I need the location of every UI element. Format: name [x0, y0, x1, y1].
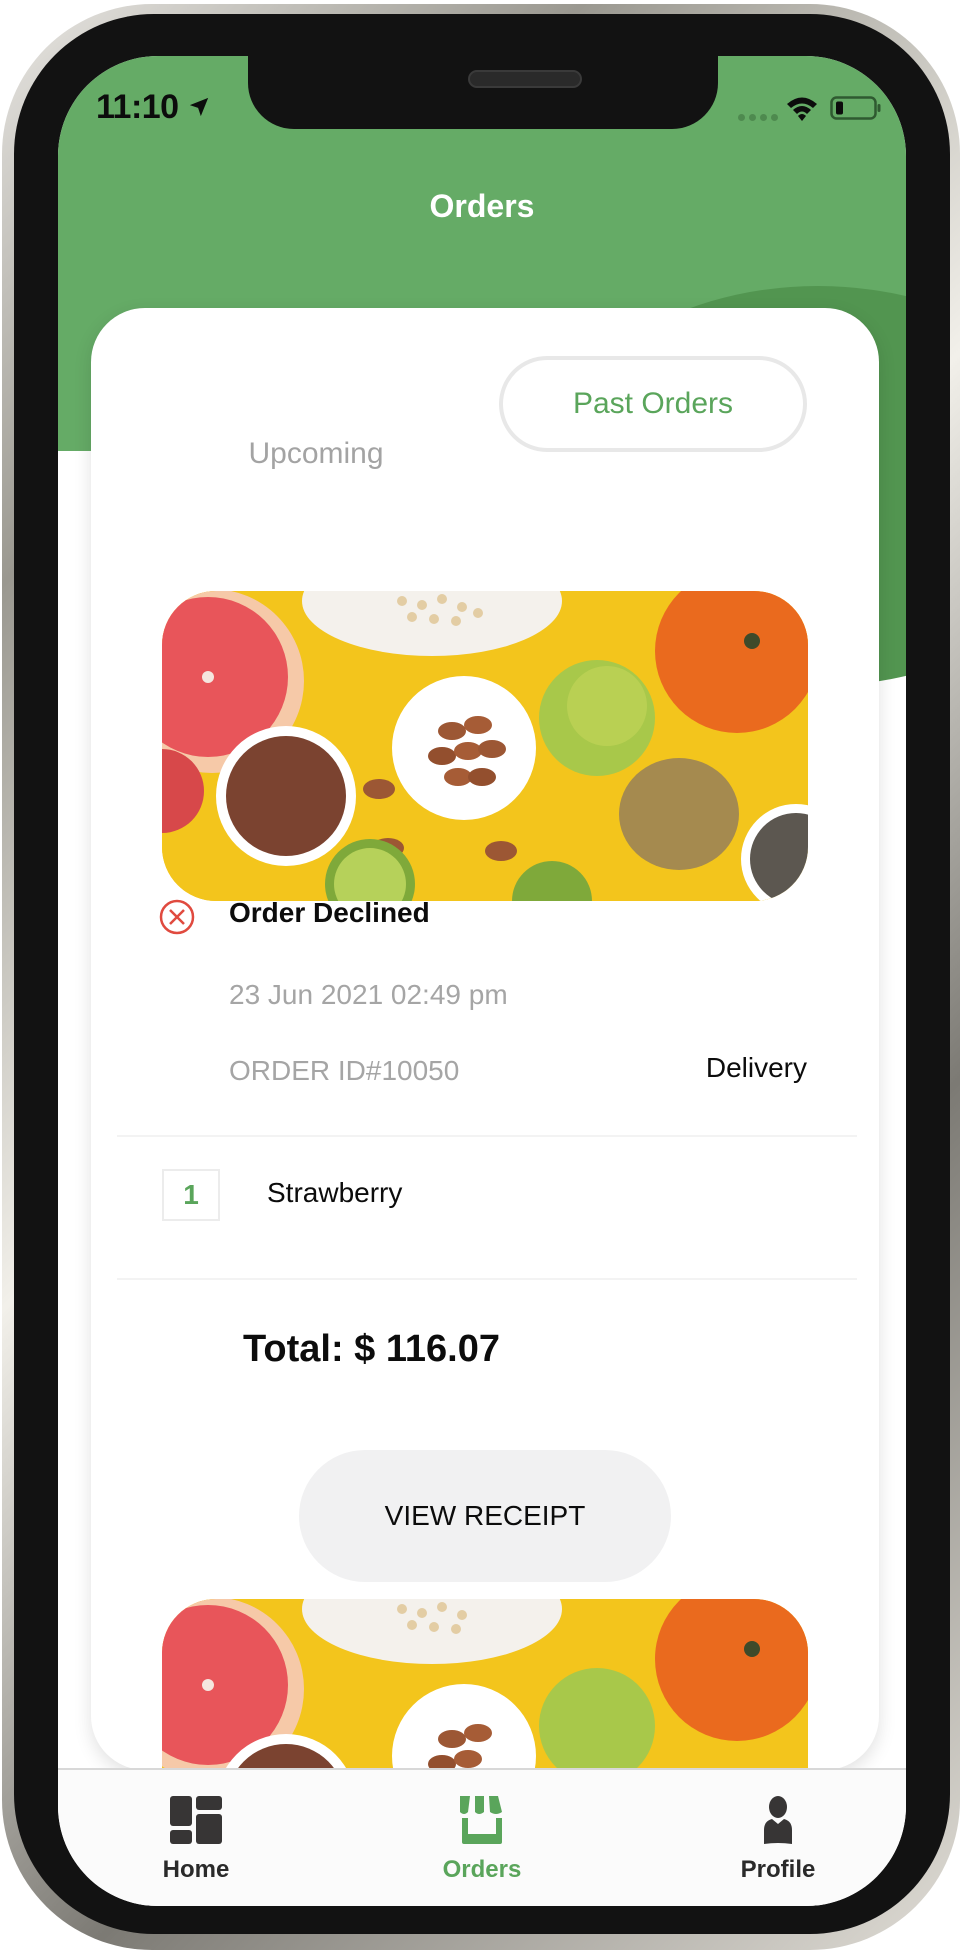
speaker-grille	[468, 70, 582, 88]
store-icon	[460, 1796, 502, 1844]
order-id: ORDER ID#10050	[229, 1055, 460, 1086]
fruits-and-nuts-photo	[162, 591, 808, 901]
order-image	[162, 591, 808, 901]
order-date: 23 Jun 2021 02:49 pm	[229, 979, 508, 1010]
divider	[117, 1278, 857, 1280]
device-notch	[248, 56, 718, 129]
nav-profile-label: Profile	[740, 1856, 816, 1883]
tab-upcoming[interactable]: Upcoming	[181, 406, 451, 502]
app-screen: 11:10 Orders Upcoming Past Orders Order …	[58, 56, 906, 1906]
battery-icon	[830, 96, 881, 120]
dashboard-icon	[170, 1796, 222, 1844]
bottom-navigation: Home Orders Profile	[58, 1768, 906, 1906]
view-receipt-button[interactable]: VIEW RECEIPT	[299, 1450, 671, 1582]
item-quantity: 1	[162, 1169, 220, 1221]
nav-home[interactable]: Home	[96, 1770, 296, 1906]
nav-home-label: Home	[162, 1856, 230, 1883]
status-time: 11:10	[96, 88, 179, 126]
location-arrow-icon	[189, 97, 209, 117]
tab-past-orders[interactable]: Past Orders	[499, 356, 807, 452]
wifi-icon	[787, 97, 817, 121]
page-title: Orders	[429, 188, 535, 224]
fruits-and-nuts-photo	[162, 1599, 808, 1770]
order-status-label: Order Declined	[229, 897, 430, 928]
order-type: Delivery	[705, 1052, 807, 1083]
signal-dots-icon	[738, 114, 778, 121]
nav-orders-label: Orders	[442, 1856, 522, 1883]
x-circle-icon	[159, 899, 195, 935]
item-name: Strawberry	[267, 1177, 403, 1208]
divider	[117, 1135, 857, 1137]
orders-card: Upcoming Past Orders Order Declined 23 J…	[91, 308, 879, 1770]
nav-profile[interactable]: Profile	[678, 1770, 878, 1906]
nav-orders[interactable]: Orders	[382, 1770, 582, 1906]
order-image	[162, 1599, 808, 1770]
user-icon	[764, 1796, 792, 1844]
order-total: Total: $ 116.07	[243, 1328, 500, 1370]
order-status-row: Order Declined	[159, 897, 430, 935]
